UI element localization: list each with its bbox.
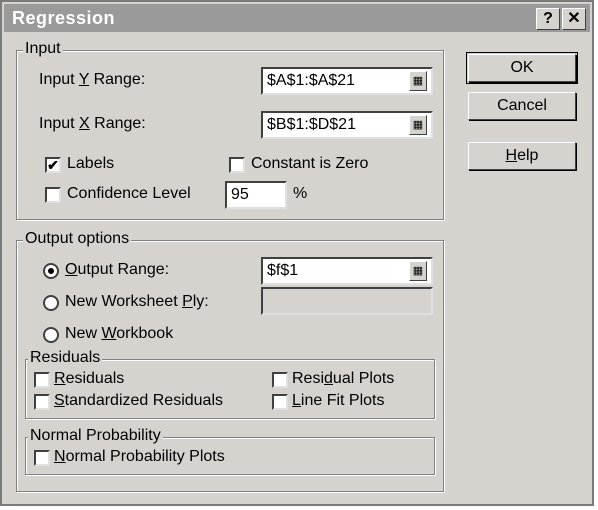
percent-label: % xyxy=(293,185,308,202)
new-workbook-radio[interactable] xyxy=(43,327,59,343)
ok-button[interactable]: OK xyxy=(466,52,578,84)
help-button[interactable]: Help xyxy=(468,142,576,170)
residuals-legend: Residuals xyxy=(28,349,103,367)
normal-probability-plots-label: Normal Probability Plots xyxy=(54,448,225,465)
new-worksheet-ply-radio[interactable] xyxy=(43,295,59,311)
standardized-residuals-checkbox[interactable] xyxy=(34,394,50,410)
window-title: Regression xyxy=(12,8,116,28)
output-range-radio[interactable] xyxy=(43,263,59,279)
new-workbook-label: New Workbook xyxy=(65,325,174,342)
residual-plots-checkbox[interactable] xyxy=(272,372,288,388)
residuals-checkbox[interactable] xyxy=(34,372,50,388)
labels-label: Labels xyxy=(67,155,115,172)
new-worksheet-ply-label: New Worksheet Ply: xyxy=(65,293,209,310)
range-picker-icon[interactable]: ▦ xyxy=(409,71,427,91)
input-x-range-label: Input X Range: xyxy=(39,115,146,132)
normal-probability-legend: Normal Probability xyxy=(28,427,163,445)
normal-probability-group: Normal Probability Normal Probability Pl… xyxy=(25,427,435,475)
line-fit-plots-label: Line Fit Plots xyxy=(292,392,385,409)
confidence-level-label: Confidence Level xyxy=(67,185,191,202)
constant-zero-checkbox[interactable] xyxy=(229,157,245,173)
output-range-label: Output Range: xyxy=(65,261,170,278)
labels-checkbox[interactable]: ✔ xyxy=(45,157,61,173)
regression-dialog: Regression ? ✕ Input Input Y Range: $A$1… xyxy=(0,0,594,506)
output-options-group: Output options Output Range: $f$1 ▦ New … xyxy=(16,230,444,492)
confidence-level-checkbox[interactable] xyxy=(45,187,61,203)
input-x-range-value: $B$1:$D$21 xyxy=(267,116,356,133)
range-picker-icon[interactable]: ▦ xyxy=(409,115,427,135)
standardized-residuals-label: Standardized Residuals xyxy=(54,392,223,409)
normal-probability-plots-checkbox[interactable] xyxy=(34,450,50,466)
input-group: Input Input Y Range: $A$1:$A$21 ▦ Input … xyxy=(16,40,444,220)
input-x-range-field[interactable]: $B$1:$D$21 ▦ xyxy=(261,111,433,139)
cancel-button[interactable]: Cancel xyxy=(468,92,576,120)
input-legend: Input xyxy=(23,40,63,58)
title-bar[interactable]: Regression ? ✕ xyxy=(4,4,590,32)
input-y-range-label: Input Y Range: xyxy=(39,71,146,88)
output-range-field[interactable]: $f$1 ▦ xyxy=(261,257,433,285)
residuals-label: Residuals xyxy=(54,370,125,387)
confidence-level-value: 95 xyxy=(231,186,249,203)
input-y-range-value: $A$1:$A$21 xyxy=(267,72,356,89)
confidence-level-field[interactable]: 95 xyxy=(225,181,287,209)
line-fit-plots-checkbox[interactable] xyxy=(272,394,288,410)
help-title-button[interactable]: ? xyxy=(536,8,560,30)
output-range-value: $f$1 xyxy=(267,262,299,279)
input-y-range-field[interactable]: $A$1:$A$21 ▦ xyxy=(261,67,433,95)
residuals-group: Residuals Residuals Standardized Residua… xyxy=(25,349,435,419)
output-options-legend: Output options xyxy=(23,230,132,248)
residual-plots-label: Residual Plots xyxy=(292,370,395,387)
new-worksheet-ply-field[interactable] xyxy=(261,287,433,315)
constant-zero-label: Constant is Zero xyxy=(251,155,369,172)
range-picker-icon[interactable]: ▦ xyxy=(409,261,427,281)
close-button[interactable]: ✕ xyxy=(562,8,586,30)
